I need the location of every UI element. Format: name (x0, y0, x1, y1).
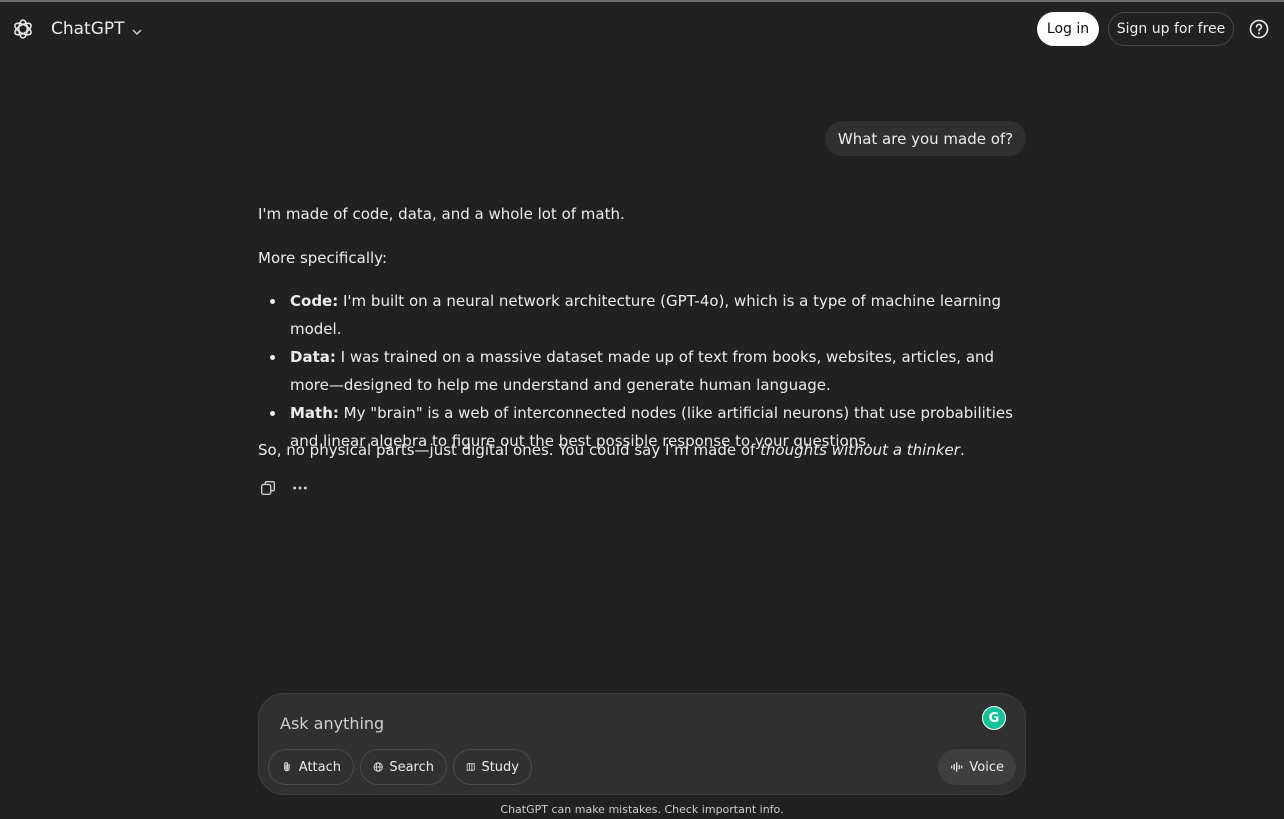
bullet-text: I'm built on a neural network architectu… (290, 292, 1002, 338)
assistant-lead: More specifically: (258, 249, 387, 267)
message-actions (258, 478, 310, 498)
chevron-down-icon (131, 23, 143, 36)
composer: G Attach Search Study Voice (258, 693, 1026, 795)
model-name: ChatGPT (51, 19, 125, 39)
bullet-term: Math: (290, 404, 339, 422)
voice-waveform-icon (951, 762, 963, 772)
signup-button[interactable]: Sign up for free (1108, 12, 1234, 46)
bullet-term: Code: (290, 292, 339, 310)
bullet-term: Data: (290, 348, 336, 366)
more-horizontal-icon[interactable] (290, 478, 310, 498)
assistant-closing: So, no physical parts—just digital ones.… (258, 436, 965, 464)
login-button[interactable]: Log in (1037, 12, 1099, 46)
assistant-intro: I'm made of code, data, and a whole lot … (258, 205, 625, 223)
closing-prefix: So, no physical parts—just digital ones.… (258, 441, 761, 459)
globe-icon (373, 762, 383, 772)
list-item: Data: I was trained on a massive dataset… (258, 343, 1028, 399)
closing-suffix: . (959, 441, 965, 459)
voice-label: Voice (969, 759, 1004, 775)
book-icon (466, 762, 475, 772)
attach-label: Attach (298, 759, 341, 775)
openai-logo-icon[interactable] (11, 17, 35, 41)
assistant-bullet-list: Code: I'm built on a neural network arch… (258, 287, 1028, 455)
study-label: Study (481, 759, 519, 775)
model-switcher[interactable]: ChatGPT (45, 12, 149, 46)
attach-button[interactable]: Attach (268, 749, 354, 785)
grammarly-icon[interactable]: G (982, 706, 1006, 730)
footer-disclaimer: ChatGPT can make mistakes. Check importa… (500, 803, 784, 816)
list-item: Code: I'm built on a neural network arch… (258, 287, 1028, 343)
paperclip-icon (284, 762, 290, 772)
search-button[interactable]: Search (360, 749, 447, 785)
voice-button[interactable]: Voice (938, 749, 1016, 785)
closing-italic: thoughts without a thinker (760, 441, 960, 459)
study-button[interactable]: Study (453, 749, 532, 785)
bullet-text: I was trained on a massive dataset made … (290, 348, 995, 394)
help-circle-icon[interactable] (1249, 19, 1269, 39)
prompt-input[interactable] (278, 708, 962, 738)
search-label: Search (389, 759, 434, 775)
top-header: ChatGPT Log in Sign up for free (0, 2, 1284, 56)
copy-icon[interactable] (258, 478, 278, 498)
user-message-bubble: What are you made of? (825, 121, 1026, 156)
